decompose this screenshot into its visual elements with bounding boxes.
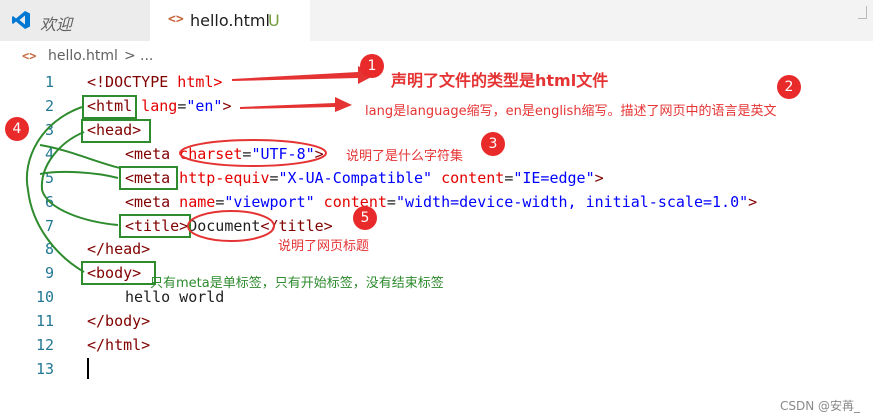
- annotation-1: 声明了文件的类型是html文件: [391, 71, 609, 90]
- red-ovals: [179, 139, 327, 242]
- green-box-title: [119, 214, 191, 238]
- badge-4: 4: [5, 117, 29, 141]
- red-oval-title: [187, 210, 275, 242]
- watermark: CSDN @安苒_: [780, 399, 861, 413]
- green-box-body: [81, 261, 156, 285]
- annotation-3: 说明了是什么字符集: [346, 149, 464, 164]
- green-brackets: [25, 106, 121, 273]
- bracket-head-title: [40, 131, 119, 226]
- annotation-2: lang是language缩写，en是english缩写。描述了网页中的语言是英…: [365, 104, 777, 119]
- badge-2: 2: [777, 75, 801, 99]
- green-box-head: [81, 119, 151, 143]
- arrow-2: [240, 97, 352, 112]
- bracket-meta: [39, 170, 119, 179]
- badge-3: 3: [481, 132, 505, 156]
- annotation-overlay: [25, 66, 375, 285]
- bracket-html-body: [25, 106, 85, 273]
- red-arrows: [232, 66, 375, 112]
- green-box-meta: [119, 166, 178, 190]
- green-boxes: [81, 95, 191, 285]
- badge-5: 5: [353, 206, 377, 230]
- red-oval-charset: [179, 139, 327, 167]
- green-box-html: [82, 95, 137, 119]
- arrow-1: [232, 66, 375, 84]
- annotation-5: 说明了网页标题: [278, 239, 370, 254]
- badge-1: 1: [360, 54, 384, 78]
- annotation-4: 只有meta是单标签，只有开始标签，没有结束标签: [150, 276, 444, 291]
